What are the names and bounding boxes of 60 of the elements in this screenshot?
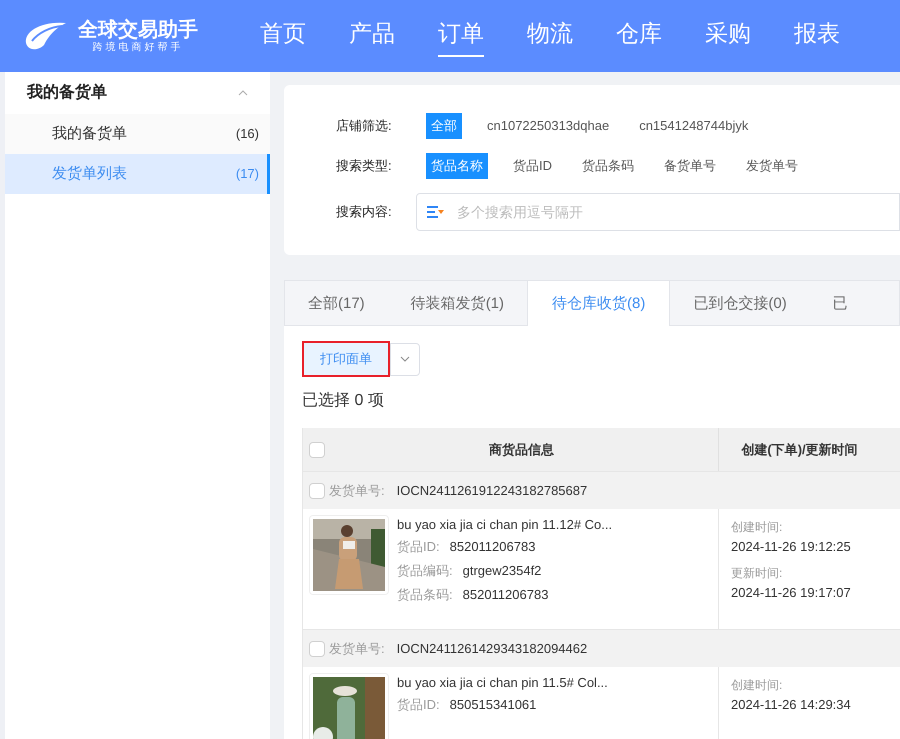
list-filter-icon [427,205,445,219]
filter-label: 店铺筛选: [336,117,393,136]
field-value: gtrgew2354f2 [462,562,542,580]
filter-option[interactable]: 货品条码 [577,153,639,179]
filter-option[interactable]: cn1072250313dqhae [482,113,614,139]
shipment-label: 发货单号: [329,482,385,500]
nav-tab[interactable]: 订单 [438,15,484,57]
nav-tab[interactable]: 仓库 [616,15,662,57]
product-title: bu yao xia jia ci chan pin 11.5# Col... [397,674,608,692]
field-label: 货品编码: [397,562,453,580]
filter-option[interactable]: 货品名称 [426,153,488,179]
filter-option[interactable]: 货品ID [508,153,557,179]
filter-option[interactable]: 发货单号 [741,153,803,179]
status-tab[interactable]: 待仓库收货(8) [527,281,670,327]
chevron-icon [238,90,248,96]
filter-option[interactable]: 全部 [426,113,462,139]
shipment-number: IOCN2411261429343182094462 [396,640,588,658]
nav-tab[interactable]: 物流 [527,15,573,57]
checkbox[interactable] [309,442,325,458]
print-label-button[interactable]: 打印面单 [302,341,390,377]
selection-summary: 已选择 0 项 [302,390,385,411]
filter-option[interactable]: cn1541248744bjyk [634,113,754,139]
time-value: 2024-11-26 19:17:07 [731,584,852,602]
time-label: 创建时间: [731,677,784,694]
sidebar-item[interactable]: 发货单列表 (17) [5,154,270,194]
app-name: 全球交易助手 [78,18,198,42]
field-label: 货品ID: [397,696,440,714]
chevron-down-icon [400,356,410,362]
search-field[interactable]: 多个搜索用逗号隔开 [416,193,900,231]
nav-tab[interactable]: 报表 [794,15,840,57]
time-value: 2024-11-26 19:12:25 [731,538,852,556]
column-header: 商货品信息 [488,440,555,459]
status-tab[interactable]: 待装箱发货(1) [388,281,528,327]
field-value: 852011206783 [450,538,536,556]
column-header: 创建(下单)/更新时间 [740,440,859,459]
filter-option[interactable]: 备货单号 [659,153,721,179]
filter-label: 搜索类型: [336,157,393,176]
status-tab[interactable]: 全部(17) [285,281,388,327]
nav-tab[interactable]: 首页 [260,15,306,57]
status-tab[interactable]: 已 [810,281,871,327]
time-label: 创建时间: [731,519,784,536]
nav-tab[interactable]: 采购 [705,15,751,57]
app-slogan: 跨境电商好帮手 [92,42,184,54]
nav-tab[interactable]: 产品 [349,15,395,57]
field-value: 852011206783 [462,586,548,604]
field-label: 货品条码: [397,586,453,604]
shipment-label: 发货单号: [329,640,385,658]
sidebar-group[interactable]: 我的备货单 [5,72,270,114]
time-value: 2024-11-26 14:29:34 [731,696,852,714]
filter-label: 搜索内容: [336,203,393,222]
status-tab[interactable]: 已到仓交接(0) [670,281,810,327]
checkbox[interactable] [309,640,325,656]
field-label: 货品ID: [397,538,440,556]
checkbox[interactable] [309,482,325,498]
dropdown-button[interactable] [390,342,420,376]
product-title: bu yao xia jia ci chan pin 11.12# Co... [397,516,612,534]
field-value: 850515341061 [450,696,536,714]
shipment-number: IOCN2411261912243182785687 [396,482,588,500]
sidebar-item[interactable]: 我的备货单 (16) [5,114,270,154]
time-label: 更新时间: [731,565,784,582]
